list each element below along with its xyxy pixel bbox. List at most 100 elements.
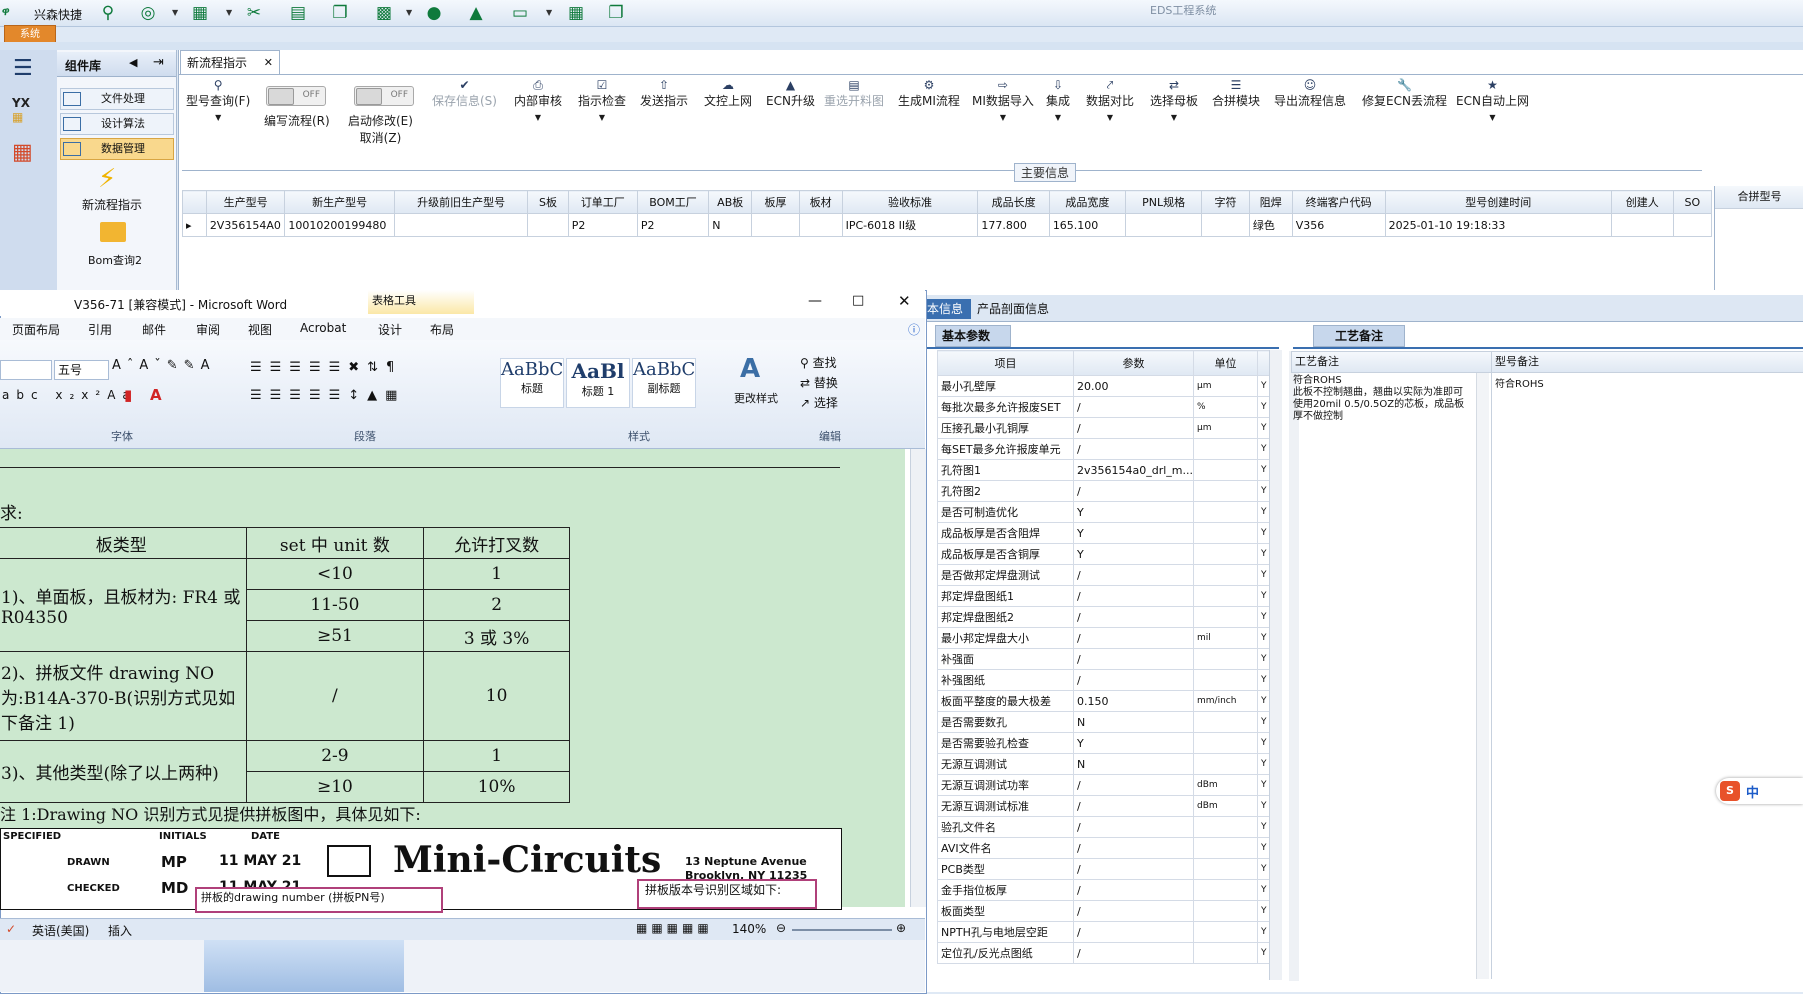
grid-header[interactable]: 新生产型号: [284, 190, 395, 214]
tile-bom-query[interactable]: Bom查询2: [88, 252, 142, 268]
param-value[interactable]: Y: [1073, 732, 1194, 754]
menu-icon[interactable]: ☰: [13, 56, 33, 81]
param-value[interactable]: /: [1073, 396, 1194, 418]
param-value[interactable]: /: [1073, 900, 1194, 922]
chevron-down-icon[interactable]: ▼: [546, 8, 552, 17]
calculator-icon[interactable]: ▦: [12, 140, 44, 170]
model-query-button[interactable]: ⚲ 型号查询(F) ▼: [186, 78, 250, 123]
grid-header[interactable]: 成品宽度: [1048, 190, 1127, 214]
chevron-down-icon[interactable]: ▼: [535, 113, 541, 122]
grid-header[interactable]: BOM工厂: [636, 190, 710, 214]
param-value[interactable]: Y: [1073, 501, 1194, 523]
grid-cell[interactable]: 2025-01-10 19:18:33: [1384, 213, 1612, 237]
grid-header[interactable]: S板: [527, 190, 569, 214]
font-size-box[interactable]: 五号: [54, 360, 109, 380]
table-icon[interactable]: ▦: [190, 3, 210, 23]
font-format-icons[interactable]: AˆAˇ✎✎A: [112, 358, 215, 373]
ime-toolbar[interactable]: S 中: [1716, 778, 1803, 804]
style-title[interactable]: AaBbC 标题: [500, 358, 564, 408]
param-value[interactable]: N: [1073, 711, 1194, 733]
grid-header[interactable]: 创建人: [1610, 190, 1674, 214]
grid-header[interactable]: 板厚: [751, 190, 800, 214]
tab-basic-info[interactable]: 本信息: [925, 299, 971, 319]
grid-header[interactable]: 升级前旧生产型号: [393, 190, 529, 214]
param-value[interactable]: Y: [1073, 522, 1194, 544]
param-value[interactable]: /: [1073, 606, 1194, 628]
tab-process-remark[interactable]: 工艺备注: [1313, 325, 1405, 347]
font-name-box[interactable]: [0, 360, 52, 380]
model-remark-text[interactable]: 符合ROHS: [1495, 375, 1544, 390]
table-row[interactable]: 金手指位板厚 / Y: [937, 879, 1274, 901]
font-style-icons[interactable]: abc x₂x²Aa: [2, 388, 137, 402]
find-button[interactable]: ⚲ 查找: [800, 354, 837, 371]
table-row[interactable]: 最小孔壁厚 20.00 μm Y: [937, 375, 1274, 397]
table-row[interactable]: ▸ 2V356154A0 10010200199480 P2 P2 N IPC-…: [182, 213, 1713, 237]
lifebuoy-icon[interactable]: ◎: [138, 3, 158, 23]
param-value[interactable]: 20.00: [1073, 375, 1194, 397]
param-value[interactable]: Y: [1073, 543, 1194, 565]
tab-basic-params[interactable]: 基本参数: [935, 325, 1011, 347]
menu-mailings[interactable]: 邮件: [142, 321, 166, 338]
chevron-down-icon[interactable]: ▼: [226, 8, 232, 17]
grid-cell[interactable]: 177.800: [977, 213, 1050, 237]
tab-profile-info[interactable]: 产品剖面信息: [977, 299, 1049, 319]
menu-layout[interactable]: 布局: [430, 321, 454, 338]
param-value[interactable]: /: [1073, 627, 1194, 649]
grid-cell[interactable]: IPC-6018 II级: [841, 213, 979, 237]
search-icon[interactable]: ⚲: [98, 3, 118, 23]
table-row[interactable]: PCB类型 / Y: [937, 858, 1274, 880]
param-value[interactable]: N: [1073, 753, 1194, 775]
merge-module-button[interactable]: ☰ 合拼模块: [1212, 78, 1260, 109]
style-heading1[interactable]: AaBl 标题 1: [566, 358, 630, 408]
select-master-button[interactable]: ⇄ 选择母板 ▼: [1150, 78, 1198, 123]
windows-icon[interactable]: ▦: [566, 3, 586, 23]
table-row[interactable]: 无源互调测试标准 / dBm Y: [937, 795, 1274, 817]
font-color-icon[interactable]: ▮: [124, 386, 132, 404]
param-value[interactable]: /: [1073, 648, 1194, 670]
grid-cell[interactable]: 绿色: [1248, 213, 1293, 237]
table-row[interactable]: 补强面 / Y: [937, 648, 1274, 670]
grid-cell[interactable]: [751, 213, 800, 237]
word-vscroll[interactable]: [910, 449, 926, 907]
param-value[interactable]: /: [1073, 774, 1194, 796]
param-value[interactable]: /: [1073, 837, 1194, 859]
grid-cell[interactable]: V356: [1291, 213, 1386, 237]
menu-view[interactable]: 视图: [248, 321, 272, 338]
grid-cell[interactable]: [1672, 213, 1713, 237]
zoom-level[interactable]: 140%: [732, 922, 766, 936]
tile-new-flow[interactable]: 新流程指示: [82, 196, 142, 213]
data-compare-button[interactable]: ⤤ 数据对比 ▼: [1086, 78, 1134, 123]
zoom-slider[interactable]: [792, 929, 892, 931]
pin-icon[interactable]: ⇥: [153, 55, 164, 70]
table-tools-tab[interactable]: 表格工具: [368, 290, 474, 314]
grid-header[interactable]: 板材: [798, 190, 843, 214]
files-icon[interactable]: ❐: [606, 3, 626, 23]
module-item-file[interactable]: 文件处理: [60, 88, 174, 110]
table-row[interactable]: 成品板厚是否含铜厚 Y Y: [937, 543, 1274, 565]
write-flow-toggle[interactable]: OFF: [266, 86, 326, 106]
grid-cell[interactable]: 2V356154A0: [205, 213, 286, 237]
grid-cell[interactable]: [1610, 213, 1674, 237]
table-row[interactable]: 成品板厚是否含阻焊 Y Y: [937, 522, 1274, 544]
chevron-down-icon[interactable]: ▼: [599, 113, 605, 122]
edit-toggle[interactable]: OFF: [354, 86, 414, 106]
select-button[interactable]: ↗ 选择: [800, 394, 838, 411]
menu-design[interactable]: 设计: [378, 321, 402, 338]
grid-cell[interactable]: [1201, 213, 1250, 237]
table-row[interactable]: 压接孔最小孔铜厚 / μm Y: [937, 417, 1274, 439]
table-row[interactable]: 是否做邦定焊盘测试 / Y: [937, 564, 1274, 586]
send-instruction-button[interactable]: ⇧ 发送指示: [640, 78, 688, 109]
chevron-down-icon[interactable]: ▼: [1000, 113, 1006, 122]
change-styles-button[interactable]: 更改样式: [734, 390, 778, 406]
fix-ecn-button[interactable]: 🔧 修复ECN丢流程: [1362, 78, 1447, 109]
close-icon[interactable]: ✕: [898, 292, 911, 310]
menu-page-layout[interactable]: 页面布局: [12, 321, 60, 338]
param-value[interactable]: /: [1073, 585, 1194, 607]
chevron-down-icon[interactable]: ▼: [172, 8, 178, 17]
table-row[interactable]: 邦定焊盘图纸1/Y: [937, 585, 1274, 607]
table-row[interactable]: 是否可制造优化 Y Y: [937, 501, 1274, 523]
doc-table[interactable]: 板类型 set 中 unit 数 允许打叉数 1)、单面板，且板材为: FR4 …: [0, 527, 570, 803]
film-icon[interactable]: ▤: [288, 3, 308, 23]
param-value[interactable]: /: [1073, 795, 1194, 817]
copy-icon[interactable]: ❐: [330, 3, 350, 23]
